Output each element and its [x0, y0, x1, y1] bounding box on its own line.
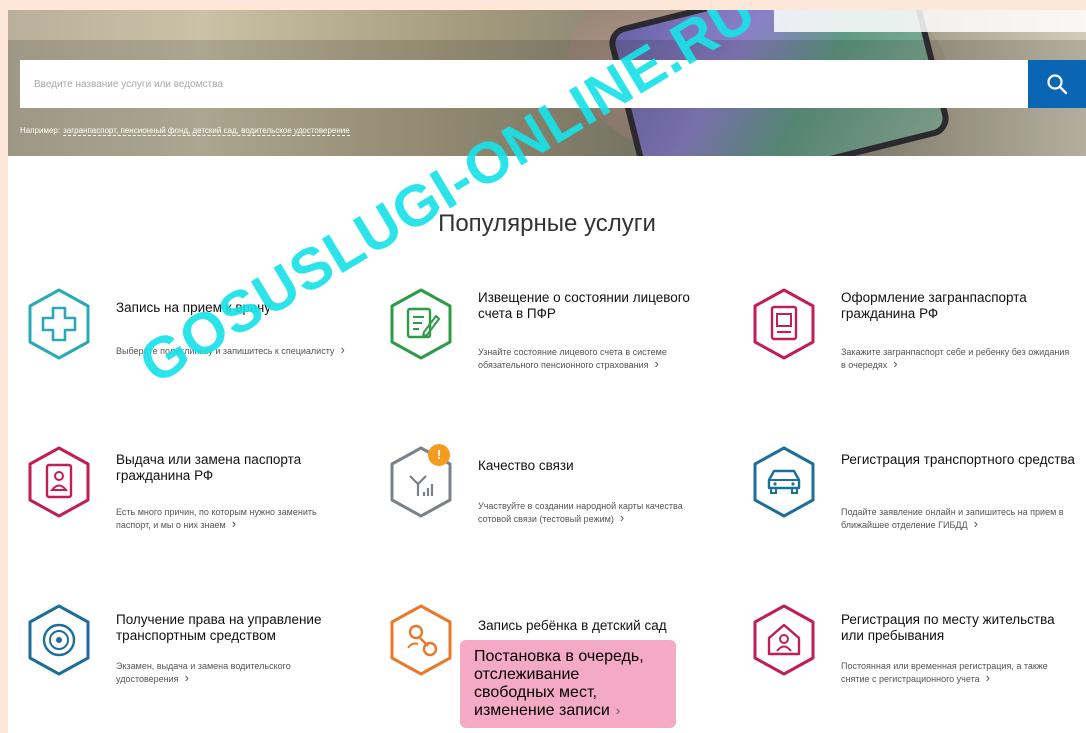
hint-examples-link[interactable]: загранпаспорт, пенсионный фонд, детский … — [63, 126, 350, 136]
service-title[interactable]: Оформление загранпаспорта гражданина РФ — [841, 290, 1076, 322]
service-title[interactable]: Регистрация по месту жительства или преб… — [841, 612, 1076, 644]
pacifier-icon — [390, 604, 452, 676]
steering-wheel-icon — [28, 604, 90, 676]
service-desc-text: Узнайте состояние лицевого счета в систе… — [478, 347, 667, 370]
service-desc: Закажите загранпаспорт себе и ребенку бе… — [841, 346, 1076, 371]
service-desc-text: Экзамен, выдача и замена водительского у… — [116, 661, 291, 684]
house-person-icon — [753, 604, 815, 676]
service-desc-text: Подайте заявление онлайн и запишитесь на… — [841, 507, 1064, 530]
chevron-right-icon[interactable]: › — [185, 671, 189, 684]
service-desc-text: Закажите загранпаспорт себе и ребенку бе… — [841, 347, 1070, 370]
search-icon — [1047, 74, 1068, 95]
hero-light-strip — [774, 10, 1086, 32]
service-card-connection[interactable]: Качество связи Участвуйте в создании нар… — [378, 444, 718, 584]
service-card-residence-registration[interactable]: Регистрация по месту жительства или преб… — [741, 602, 1081, 733]
service-card-vehicle-registration[interactable]: Регистрация транспортного средства Подай… — [741, 444, 1081, 584]
service-title[interactable]: Качество связи — [478, 458, 713, 474]
service-card-pfr[interactable]: Извещение о состоянии лицевого счета в П… — [378, 286, 718, 426]
search-button[interactable] — [1028, 60, 1086, 108]
alert-badge: ! — [428, 444, 450, 466]
hint-prefix: Например: — [20, 126, 61, 135]
service-desc: Есть много причин, по которым нужно заме… — [116, 506, 351, 531]
service-desc: Экзамен, выдача и замена водительского у… — [116, 660, 351, 685]
service-desc-text: Есть много причин, по которым нужно заме… — [116, 507, 317, 530]
service-desc-text: Постоянная или временная регистрация, а … — [841, 661, 1048, 684]
chevron-right-icon[interactable]: › — [620, 511, 624, 524]
chevron-right-icon[interactable]: › — [655, 357, 659, 370]
chevron-right-icon[interactable]: › — [986, 671, 990, 684]
service-desc: Постоянная или временная регистрация, а … — [841, 660, 1076, 685]
service-card-passport[interactable]: Выдача или замена паспорта гражданина РФ… — [16, 444, 356, 584]
service-card-foreign-passport[interactable]: Оформление загранпаспорта гражданина РФ … — [741, 286, 1081, 426]
service-title[interactable]: Регистрация транспортного средства — [841, 452, 1076, 468]
medical-cross-icon — [28, 288, 90, 360]
service-desc: Участвуйте в создании народной карты кач… — [478, 500, 713, 525]
service-desc-text: Участвуйте в создании народной карты кач… — [478, 501, 683, 524]
service-desc-highlighted[interactable]: Постановка в очередь, отслеживание свобо… — [460, 640, 676, 728]
chevron-right-icon[interactable]: › — [893, 357, 897, 370]
service-card-driving-license[interactable]: Получение права на управление транспортн… — [16, 602, 356, 733]
passport-person-icon — [28, 446, 90, 518]
service-desc: Узнайте состояние лицевого счета в систе… — [478, 346, 713, 371]
passport-icon — [753, 288, 815, 360]
page-frame: Например:загранпаспорт, пенсионный фонд,… — [8, 10, 1086, 733]
service-title[interactable]: Получение права на управление транспортн… — [116, 612, 351, 644]
car-icon — [753, 446, 815, 518]
service-desc: Подайте заявление онлайн и запишитесь на… — [841, 506, 1076, 531]
document-edit-icon — [390, 288, 452, 360]
chevron-right-icon[interactable]: › — [340, 343, 344, 356]
section-title: Популярные услуги — [438, 210, 656, 237]
chevron-right-icon[interactable]: › — [974, 517, 978, 530]
chevron-right-icon[interactable]: › — [232, 517, 236, 530]
service-title[interactable]: Извещение о состоянии лицевого счета в П… — [478, 290, 713, 322]
service-title[interactable]: Запись ребёнка в детский сад — [478, 618, 713, 634]
chevron-right-icon[interactable]: › — [616, 703, 620, 718]
search-hint: Например: загранпаспорт, пенсионный фонд,… — [20, 126, 350, 136]
service-title[interactable]: Выдача или замена паспорта гражданина РФ — [116, 452, 351, 484]
